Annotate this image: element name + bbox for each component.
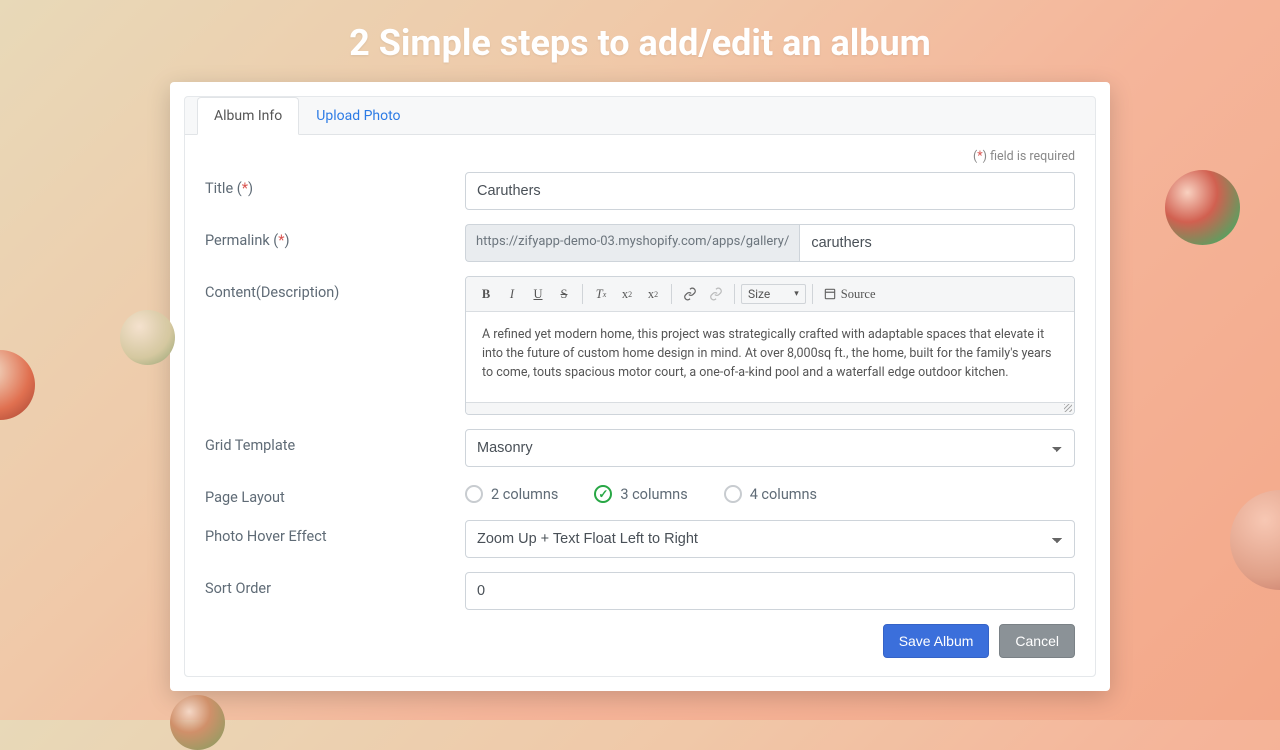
layout-option-3col[interactable]: 3 columns (594, 485, 687, 503)
page-layout-label: Page Layout (205, 481, 465, 506)
radio-icon (594, 485, 612, 503)
sort-order-label: Sort Order (205, 572, 465, 597)
title-label: Title (*) (205, 172, 465, 197)
subscript-button[interactable]: x2 (615, 282, 639, 306)
sort-order-input[interactable] (465, 572, 1075, 610)
source-icon (823, 287, 837, 301)
decorative-bubble (0, 350, 35, 420)
grid-template-select[interactable]: Masonry (465, 429, 1075, 467)
rich-text-editor: B I U S Tx x2 x2 (465, 276, 1075, 415)
superscript-button[interactable]: x2 (641, 282, 665, 306)
unlink-button[interactable] (704, 282, 728, 306)
radio-icon (724, 485, 742, 503)
underline-button[interactable]: U (526, 282, 550, 306)
save-button[interactable]: Save Album (883, 624, 990, 658)
strike-button[interactable]: S (552, 282, 576, 306)
hover-effect-select[interactable]: Zoom Up + Text Float Left to Right (465, 520, 1075, 558)
grid-template-label: Grid Template (205, 429, 465, 454)
tab-upload-photo[interactable]: Upload Photo (299, 97, 417, 135)
required-hint: (*) field is required (205, 149, 1075, 164)
tabs: Album Info Upload Photo (185, 97, 1095, 134)
chevron-down-icon: ▾ (794, 289, 799, 299)
permalink-prefix: https://zifyapp-demo-03.myshopify.com/ap… (465, 224, 799, 262)
title-input[interactable] (465, 172, 1075, 210)
link-icon (683, 287, 697, 301)
layout-option-4col[interactable]: 4 columns (724, 485, 817, 503)
page-title: 2 Simple steps to add/edit an album (0, 0, 1280, 82)
tab-album-info[interactable]: Album Info (197, 97, 299, 135)
decorative-bubble (1165, 170, 1240, 245)
form-card: Album Info Upload Photo (*) field is req… (170, 82, 1110, 691)
decorative-bubble (170, 695, 225, 750)
link-button[interactable] (678, 282, 702, 306)
permalink-input[interactable] (799, 224, 1075, 262)
italic-button[interactable]: I (500, 282, 524, 306)
decorative-bubble (1230, 490, 1280, 590)
unlink-icon (709, 287, 723, 301)
cancel-button[interactable]: Cancel (999, 624, 1075, 658)
layout-option-2col[interactable]: 2 columns (465, 485, 558, 503)
decorative-bubble (120, 310, 175, 365)
radio-icon (465, 485, 483, 503)
hover-effect-label: Photo Hover Effect (205, 520, 465, 545)
editor-content[interactable]: A refined yet modern home, this project … (466, 312, 1074, 402)
source-button[interactable]: Source (819, 282, 880, 306)
bold-button[interactable]: B (474, 282, 498, 306)
font-size-select[interactable]: Size ▾ (741, 284, 806, 304)
editor-toolbar: B I U S Tx x2 x2 (466, 277, 1074, 312)
permalink-label: Permalink (*) (205, 224, 465, 249)
editor-resize-handle[interactable] (466, 402, 1074, 414)
content-label: Content(Description) (205, 276, 465, 301)
remove-format-button[interactable]: Tx (589, 282, 613, 306)
